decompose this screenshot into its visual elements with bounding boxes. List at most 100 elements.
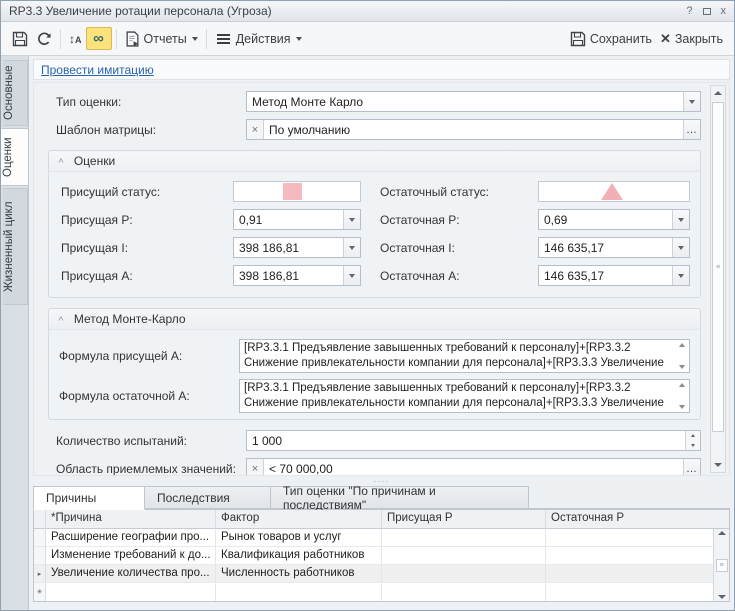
residual-i-combobox[interactable]: 146 635,17 — [538, 237, 690, 258]
cell-inherent-p[interactable] — [382, 529, 546, 547]
formula-scroll-buttons[interactable] — [675, 340, 689, 372]
row-indicator[interactable] — [34, 529, 46, 547]
side-tab-main[interactable]: Основные — [3, 60, 28, 126]
auto-height-button[interactable]: ↕A — [65, 27, 86, 51]
cell-factor-new[interactable] — [216, 583, 382, 601]
maximize-icon[interactable] — [703, 8, 711, 15]
clear-button[interactable]: × — [247, 120, 264, 139]
formula-scroll-buttons[interactable] — [675, 380, 689, 412]
column-header-inherent-p[interactable]: Присущая Р — [382, 510, 546, 529]
evaluation-type-combobox[interactable]: Метод Монте Карло — [246, 91, 701, 112]
header-indicator-cell — [34, 510, 46, 529]
inherent-i-combobox[interactable]: 398 186,81 — [233, 237, 361, 258]
inherent-status-label: Присущий статус: — [61, 185, 233, 199]
save-button[interactable] — [8, 27, 32, 51]
inherent-a-combobox[interactable]: 398 186,81 — [233, 265, 361, 286]
cell-cause[interactable]: Расширение географии про... — [46, 529, 216, 547]
scrollbar-down-button[interactable] — [711, 458, 725, 472]
spin-up-button[interactable] — [686, 431, 700, 441]
spin-down-icon — [691, 444, 695, 447]
grid-scrollbar-thumb[interactable]: ≡ — [716, 559, 728, 572]
scrollbar-up-button[interactable] — [711, 86, 725, 100]
dropdown-button[interactable] — [672, 238, 689, 257]
cell-inherent-p[interactable] — [382, 547, 546, 565]
actions-button[interactable]: Действия — [211, 27, 306, 51]
residual-status-field[interactable] — [538, 181, 690, 202]
cell-factor[interactable]: Численность работников — [216, 565, 382, 583]
window-close-icon[interactable]: x — [721, 6, 727, 17]
current-row-indicator[interactable]: ▸ — [34, 565, 46, 583]
header-scroll-corner — [713, 510, 729, 529]
side-tab-lifecycle[interactable]: Жизненный цикл — [3, 188, 28, 305]
dropdown-button[interactable] — [683, 92, 700, 111]
matrix-template-field[interactable]: × По умолчанию … — [246, 119, 701, 140]
cell-factor[interactable]: Рынок товаров и услуг — [216, 529, 382, 547]
inherent-p-combobox[interactable]: 0,91 — [233, 209, 361, 230]
grid-vertical-scrollbar[interactable]: ≡ — [713, 529, 729, 601]
scroll-down-icon — [718, 595, 726, 599]
cell-cause-new[interactable] — [46, 583, 216, 601]
cell-residual-p[interactable] — [546, 529, 713, 547]
cell-residual-p-new[interactable] — [546, 583, 713, 601]
scroll-down-icon — [679, 405, 685, 409]
dropdown-button[interactable] — [343, 210, 360, 229]
new-row-indicator[interactable]: ✳ — [34, 583, 46, 601]
close-button[interactable]: ✕ Закрыть — [656, 27, 727, 51]
row-indicator[interactable] — [34, 547, 46, 565]
spinner-buttons[interactable] — [685, 431, 700, 450]
browse-button[interactable]: … — [683, 120, 700, 139]
run-simulation-link[interactable]: Провести имитацию — [41, 63, 154, 77]
dropdown-button[interactable] — [672, 210, 689, 229]
toolbar-separator — [60, 29, 61, 49]
cell-inherent-p-new[interactable] — [382, 583, 546, 601]
reports-button[interactable]: Отчеты — [121, 27, 202, 51]
column-header-cause[interactable]: *Причина — [46, 510, 216, 529]
causes-grid: *Причина Фактор Присущая Р Остаточная Р … — [33, 509, 730, 602]
evaluation-type-label: Тип оценки: — [56, 95, 246, 109]
column-header-factor[interactable]: Фактор — [216, 510, 382, 529]
dropdown-button[interactable] — [672, 266, 689, 285]
inherent-status-field[interactable] — [233, 181, 361, 202]
tab-consequences[interactable]: Последствия — [145, 486, 271, 509]
inherent-formula-field[interactable]: [RP3.3.1 Предъявление завышенных требова… — [239, 339, 690, 373]
spin-down-button[interactable] — [686, 441, 700, 451]
form-scroll-area: Тип оценки: Метод Монте Карло Шаблон мат… — [33, 82, 730, 476]
cell-residual-p[interactable] — [546, 547, 713, 565]
tab-causes[interactable]: Причины — [33, 486, 145, 510]
refresh-button[interactable] — [32, 27, 56, 51]
cell-inherent-p[interactable] — [382, 565, 546, 583]
scrollbar-thumb[interactable]: ≡ — [712, 102, 724, 432]
residual-formula-field[interactable]: [RP3.3.1 Предъявление завышенных требова… — [239, 379, 690, 413]
column-header-residual-p[interactable]: Остаточная Р — [546, 510, 713, 529]
cell-cause[interactable]: Изменение требований к до... — [46, 547, 216, 565]
inherent-i-label: Присущая I: — [61, 241, 233, 255]
save-and-stay-button[interactable]: Сохранить — [566, 27, 656, 51]
monte-carlo-group-header[interactable]: ˄ Метод Монте-Карло — [49, 309, 700, 330]
side-tab-estimates[interactable]: Оценки — [1, 128, 29, 186]
vertical-scrollbar[interactable]: ≡ — [710, 85, 726, 473]
floppy-icon — [570, 31, 586, 47]
spin-up-icon — [691, 434, 695, 437]
cell-cause[interactable]: Увеличение количества про... — [46, 565, 216, 583]
thumb-grip-icon: ≡ — [716, 264, 720, 271]
residual-i-value: 146 635,17 — [544, 241, 672, 255]
acceptable-range-field[interactable]: × < 70 000,00 … — [246, 458, 701, 476]
browse-button[interactable]: … — [683, 459, 700, 476]
residual-p-combobox[interactable]: 0,69 — [538, 209, 690, 230]
dropdown-button[interactable] — [343, 266, 360, 285]
cell-residual-p[interactable] — [546, 565, 713, 583]
scroll-up-icon — [679, 343, 685, 347]
trials-spin-field[interactable]: 1 000 — [246, 430, 701, 451]
estimates-group-header[interactable]: ˄ Оценки — [49, 151, 700, 172]
toolbar-separator — [116, 29, 117, 49]
link-toggle-button[interactable]: ∞ — [86, 27, 112, 50]
status-row: Присущий статус: Остаточный статус: — [61, 181, 690, 202]
tab-causes-consequences-type[interactable]: Тип оценки "По причинам и последствиям" — [271, 486, 529, 509]
dropdown-button[interactable] — [343, 238, 360, 257]
cell-factor[interactable]: Квалификация работников — [216, 547, 382, 565]
clear-button[interactable]: × — [247, 459, 264, 476]
estimates-group-title: Оценки — [74, 154, 115, 168]
residual-a-combobox[interactable]: 146 635,17 — [538, 265, 690, 286]
help-icon[interactable]: ? — [686, 6, 692, 17]
scroll-up-icon — [714, 91, 722, 95]
